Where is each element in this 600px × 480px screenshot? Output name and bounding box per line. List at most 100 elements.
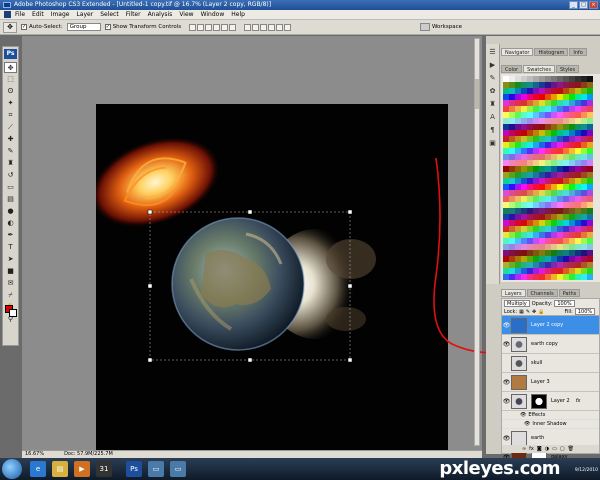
show-transform-option[interactable]: ✓ Show Transform Controls	[104, 24, 181, 30]
menu-filter[interactable]: Filter	[126, 11, 141, 18]
media-player-icon[interactable]: ▶	[74, 461, 90, 477]
path-select-icon[interactable]: ➤	[4, 254, 17, 265]
type-icon[interactable]: T	[4, 242, 17, 253]
delete-layer-icon[interactable]: 🗑	[568, 446, 574, 452]
window-taskbar-icon[interactable]: ▭	[148, 461, 164, 477]
zoom-level[interactable]: 16.67%	[25, 451, 44, 458]
gradient-icon[interactable]: ▤	[4, 194, 17, 205]
shape-icon[interactable]: ■	[4, 266, 17, 277]
clone-source-icon[interactable]: ♜	[488, 99, 498, 109]
show-transform-checkbox[interactable]: ✓	[104, 24, 111, 30]
link-layers-icon[interactable]: ∞	[522, 446, 526, 452]
layer-comps-icon[interactable]: ▣	[488, 138, 498, 148]
align-left-icon[interactable]	[213, 23, 221, 31]
lasso-icon[interactable]: ʘ	[4, 86, 17, 97]
layer-row-layer-2[interactable]: 👁 Layer 2 fx	[502, 392, 599, 411]
tab-histogram[interactable]: Histogram	[534, 48, 569, 56]
effects-row[interactable]: 👁 Effects	[502, 411, 599, 420]
eye-icon[interactable]: 👁	[502, 435, 511, 442]
lock-transparent-icon[interactable]: ▦	[519, 309, 524, 315]
ie-icon[interactable]: e	[30, 461, 46, 477]
history-panel-icon[interactable]: ☰	[488, 47, 498, 57]
marquee-icon[interactable]: ⬚	[4, 74, 17, 85]
explorer-icon[interactable]: ▤	[52, 461, 68, 477]
start-button[interactable]	[2, 459, 22, 479]
lock-image-icon[interactable]: ✎	[526, 309, 530, 315]
layer-mask-thumbnail[interactable]	[531, 393, 547, 409]
swatches-grid[interactable]	[501, 74, 600, 282]
add-style-icon[interactable]: fx	[529, 446, 534, 452]
align-top-icon[interactable]	[189, 23, 197, 31]
add-mask-icon[interactable]: ◙	[537, 446, 542, 452]
crop-icon[interactable]: ⌗	[4, 110, 17, 121]
inner-shadow-eye-icon[interactable]: 👁	[524, 421, 530, 427]
align-middle-icon[interactable]	[197, 23, 205, 31]
tab-color[interactable]: Color	[501, 65, 523, 73]
tab-paths[interactable]: Paths	[558, 289, 581, 297]
tab-navigator[interactable]: Navigator	[501, 48, 534, 56]
auto-select-option[interactable]: ✓ Auto-Select:	[21, 24, 63, 30]
menu-help[interactable]: Help	[231, 11, 245, 18]
eraser-icon[interactable]: ▭	[4, 182, 17, 193]
effects-eye-icon[interactable]: 👁	[520, 412, 526, 418]
photoshop-taskbar-icon[interactable]: Ps	[126, 461, 142, 477]
eye-icon[interactable]: 👁	[502, 341, 511, 348]
eyedropper-icon[interactable]: ⌿	[4, 290, 17, 301]
layer-row-layer-2-copy[interactable]: 👁 Layer 2 copy	[502, 316, 599, 335]
history-brush-icon[interactable]: ↺	[4, 170, 17, 181]
align-center-icon[interactable]	[221, 23, 229, 31]
paragraph-panel-icon[interactable]: ¶	[488, 125, 498, 135]
menu-layer[interactable]: Layer	[76, 11, 93, 18]
background-color-swatch[interactable]	[9, 309, 17, 317]
workspace-menu[interactable]: Workspace	[419, 23, 462, 31]
blend-mode-dropdown[interactable]: Multiply	[504, 300, 530, 307]
auto-select-checkbox[interactable]: ✓	[21, 24, 27, 30]
tab-channels[interactable]: Channels	[526, 289, 558, 297]
distribute-top-icon[interactable]	[244, 23, 252, 31]
calendar-icon[interactable]: 31	[96, 461, 112, 477]
pen-icon[interactable]: ✒	[4, 230, 17, 241]
adjustment-layer-icon[interactable]: ◑	[545, 446, 549, 452]
notes-icon[interactable]: ✉	[4, 278, 17, 289]
tool-presets-icon[interactable]: ✎	[488, 73, 498, 83]
align-right-icon[interactable]	[229, 23, 237, 31]
new-group-icon[interactable]: ▭	[552, 446, 557, 452]
lock-position-icon[interactable]: ✥	[532, 309, 536, 315]
tab-styles[interactable]: Styles	[555, 65, 580, 73]
opacity-input[interactable]: 100%	[554, 300, 575, 307]
character-panel-icon[interactable]: A	[488, 112, 498, 122]
new-layer-icon[interactable]: ▢	[560, 446, 565, 452]
distribute-middle-icon[interactable]	[252, 23, 260, 31]
layer-row-skull[interactable]: skull	[502, 354, 599, 373]
window-taskbar-icon-2[interactable]: ▭	[170, 461, 186, 477]
vertical-scrollbar[interactable]	[474, 38, 480, 446]
fill-input[interactable]: 100%	[574, 308, 596, 315]
layer-row-earth-copy[interactable]: 👁 earth copy	[502, 335, 599, 354]
tab-info[interactable]: Info	[569, 48, 587, 56]
brushes-panel-icon[interactable]: ✿	[488, 86, 498, 96]
taskbar-clock[interactable]: 9/12/2010	[575, 468, 598, 473]
blur-icon[interactable]: ●	[4, 206, 17, 217]
tab-swatches[interactable]: Swatches	[523, 65, 555, 73]
menu-view[interactable]: View	[179, 11, 193, 18]
dodge-icon[interactable]: ◐	[4, 218, 17, 229]
maximize-button[interactable]: □	[579, 1, 588, 9]
stamp-icon[interactable]: ♜	[4, 158, 17, 169]
inner-shadow-row[interactable]: 👁 Inner Shadow	[502, 420, 599, 429]
move-icon[interactable]: ✥	[4, 62, 17, 73]
eye-icon[interactable]: 👁	[502, 322, 511, 329]
slice-icon[interactable]: ⟋	[4, 122, 17, 133]
menu-file[interactable]: File	[15, 11, 25, 18]
brush-icon[interactable]: ✎	[4, 146, 17, 157]
magic-wand-icon[interactable]: ✦	[4, 98, 17, 109]
scrollbar-thumb[interactable]	[475, 79, 479, 109]
actions-panel-icon[interactable]: ▶	[488, 60, 498, 70]
layer-row-layer-3[interactable]: 👁 Layer 3	[502, 373, 599, 392]
color-swatch[interactable]	[587, 274, 593, 280]
menu-image[interactable]: Image	[51, 11, 70, 18]
lock-all-icon[interactable]: 🔒	[538, 309, 544, 315]
document-canvas[interactable]	[96, 104, 448, 459]
move-tool-preset-icon[interactable]: ✥	[3, 21, 17, 33]
distribute-bottom-icon[interactable]	[260, 23, 268, 31]
menu-select[interactable]: Select	[100, 11, 119, 18]
